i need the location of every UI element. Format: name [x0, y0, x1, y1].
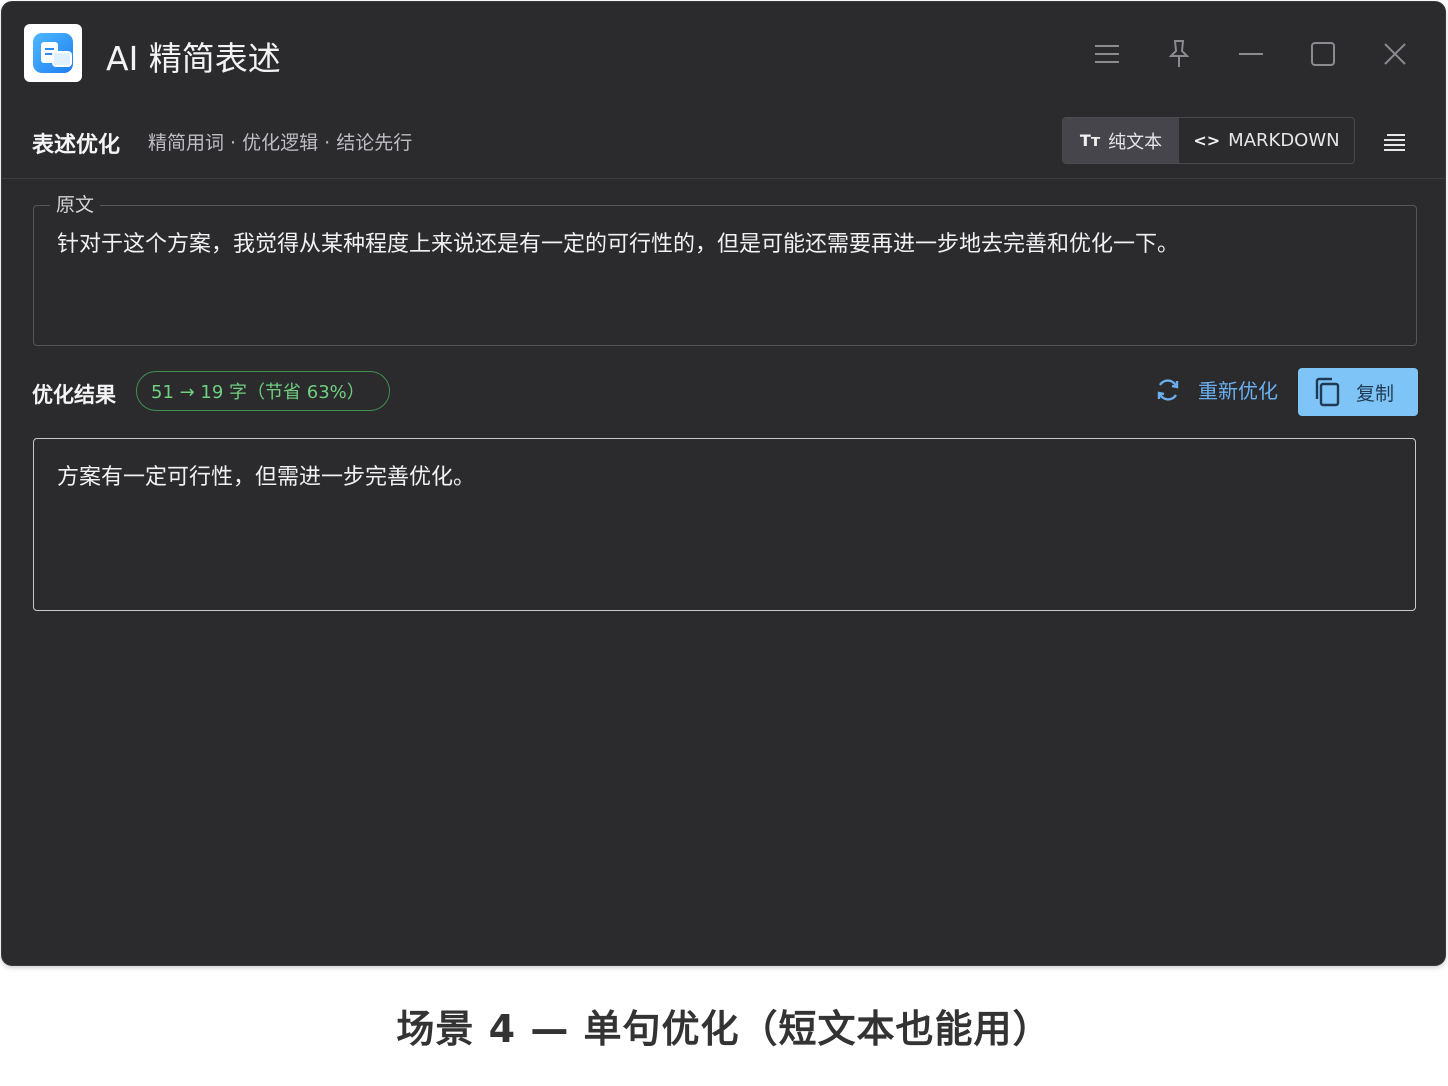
original-legend: 原文 [50, 190, 101, 217]
format-markdown-option[interactable]: <> MARKDOWN [1179, 118, 1354, 163]
minimize-icon[interactable] [1215, 32, 1287, 76]
refresh-icon [1157, 378, 1179, 401]
code-icon: <> [1193, 131, 1221, 150]
result-text-box[interactable]: 方案有一定可行性，但需进一步完善优化。 [33, 438, 1416, 611]
original-text[interactable]: 针对于这个方案，我觉得从某种程度上来说还是有一定的可行性的，但是可能还需要再进一… [57, 226, 1179, 258]
maximize-icon[interactable] [1287, 32, 1359, 76]
figure-caption: 场景 4 — 单句优化（短文本也能用） [396, 1007, 1052, 1051]
reoptimize-label: 重新优化 [1198, 379, 1278, 403]
copy-icon [1315, 377, 1340, 407]
format-toggle: Tт 纯文本 <> MARKDOWN [1062, 117, 1355, 164]
close-icon[interactable] [1359, 32, 1431, 76]
app-window: AI 精简表述 表述优化 精简用词 · 优化逻辑 · 结论先行 Tт 纯文本 <… [2, 2, 1445, 965]
menu-icon[interactable] [1071, 32, 1143, 76]
window-controls [1071, 32, 1431, 76]
text-align-icon[interactable] [1383, 132, 1407, 152]
result-label: 优化结果 [32, 383, 116, 407]
char-count-badge: 51 → 19 字（节省 63%） [136, 371, 390, 411]
text-format-icon: Tт [1079, 131, 1101, 150]
result-text[interactable]: 方案有一定可行性，但需进一步完善优化。 [57, 459, 475, 491]
app-title: AI 精简表述 [106, 39, 281, 78]
copy-label: 复制 [1356, 382, 1395, 405]
pin-icon[interactable] [1143, 32, 1215, 76]
reoptimize-button[interactable]: 重新优化 [1154, 375, 1278, 404]
toolbar: 表述优化 精简用词 · 优化逻辑 · 结论先行 Tт 纯文本 <> MARKDO… [2, 110, 1445, 179]
format-plain-text-option[interactable]: Tт 纯文本 [1063, 118, 1179, 163]
format-markdown-label: MARKDOWN [1228, 130, 1340, 151]
title-bar: AI 精简表述 [2, 2, 1445, 102]
section-subtitle: 精简用词 · 优化逻辑 · 结论先行 [148, 132, 413, 154]
section-title: 表述优化 [32, 133, 121, 158]
format-plain-text-label: 纯文本 [1108, 131, 1163, 153]
app-logo-icon [24, 24, 82, 82]
copy-button[interactable]: 复制 [1298, 368, 1418, 416]
